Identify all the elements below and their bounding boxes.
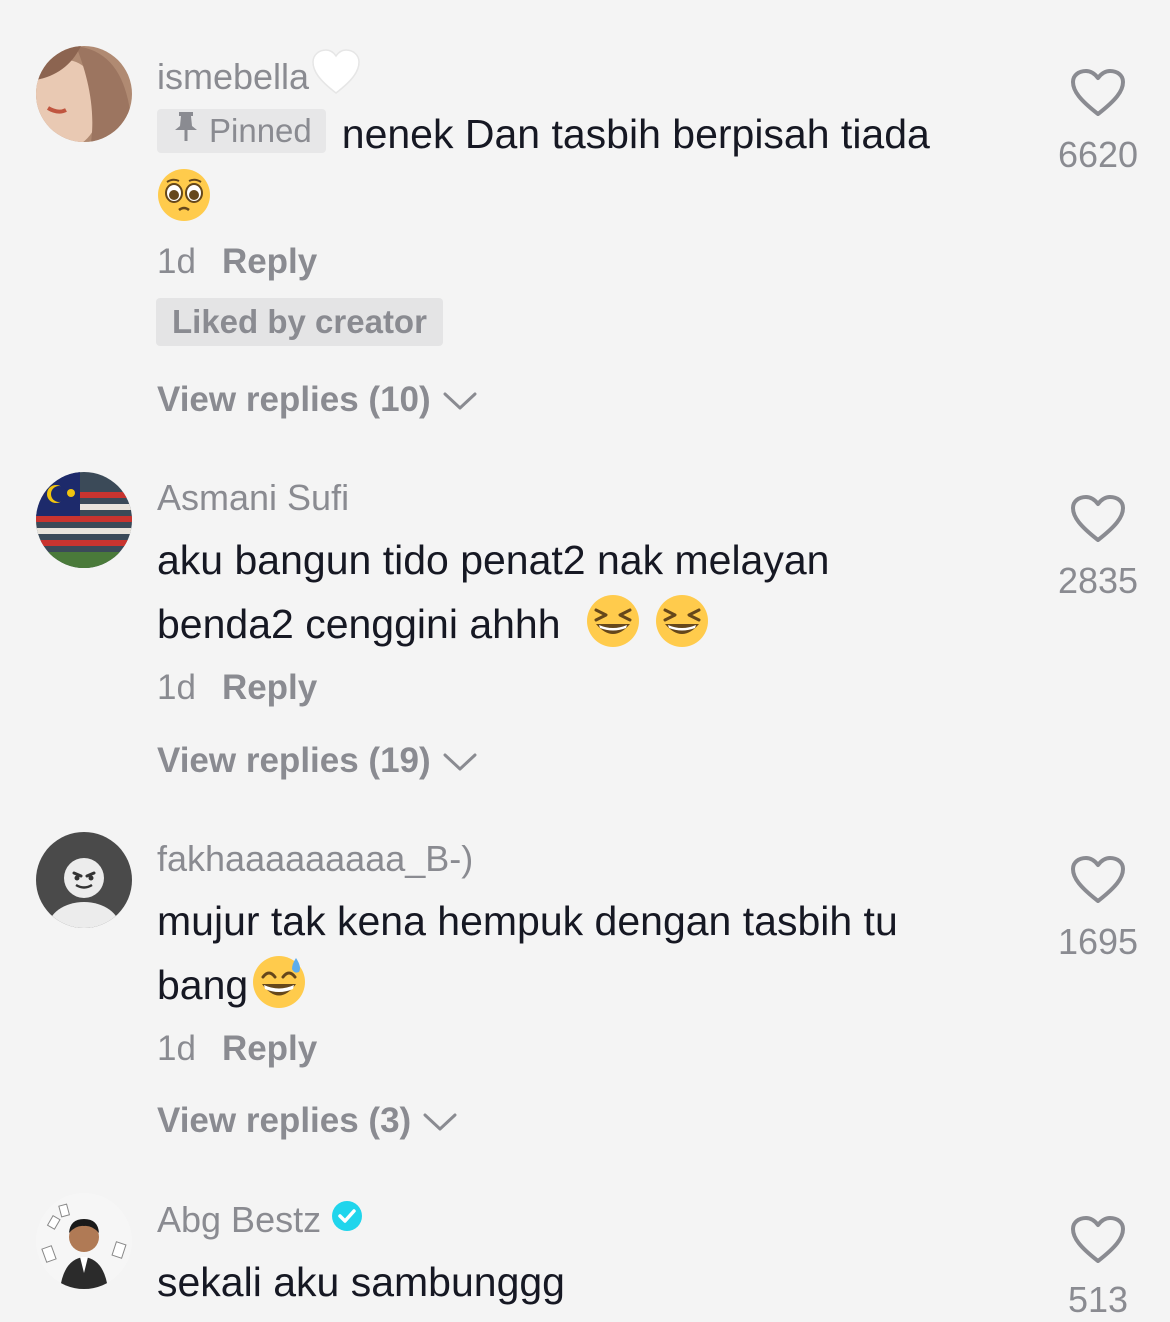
like-column: 1695 — [1040, 855, 1156, 964]
like-column: 6620 — [1040, 68, 1156, 177]
reply-button[interactable]: Reply — [222, 242, 317, 281]
chevron-down-icon — [443, 739, 477, 783]
view-replies-button[interactable]: View replies (10) — [157, 378, 477, 422]
comment-text-line: aku bangun tido penat2 nak melayan — [157, 537, 830, 583]
comment-meta: 1d Reply — [157, 1027, 317, 1071]
view-replies-label: View replies (19) — [157, 741, 431, 780]
comment-meta: 1d Reply — [157, 666, 317, 710]
pinned-label: Pinned — [209, 112, 312, 149]
username-text[interactable]: Abg Bestz — [157, 1198, 321, 1242]
liked-by-creator-badge: Liked by creator — [156, 298, 443, 346]
view-replies-label: View replies (10) — [157, 380, 431, 419]
comment-text: mujur tak kena hempuk dengan tasbih tu b… — [157, 889, 1017, 1017]
comment-text: Pinned nenek Dan tasbih berpisah tiada — [157, 102, 1017, 230]
pin-icon — [173, 99, 199, 163]
pleading-face-emoji-icon — [157, 168, 211, 222]
like-column: 513 — [1040, 1215, 1156, 1322]
view-replies-button[interactable]: View replies (19) — [157, 739, 477, 783]
grinning-squinting-face-emoji-icon — [655, 594, 709, 648]
comment-text-line: benda2 cenggini ahhh — [157, 601, 561, 647]
grinning-face-with-sweat-emoji-icon — [252, 955, 306, 1009]
username-text[interactable]: fakhaaaaaaaaa_B-) — [157, 837, 473, 881]
chevron-down-icon — [423, 1099, 457, 1143]
like-count: 1695 — [1057, 921, 1139, 962]
avatar[interactable] — [36, 1193, 132, 1289]
heart-icon[interactable] — [1040, 68, 1156, 123]
pinned-badge: Pinned — [157, 109, 326, 153]
grinning-squinting-face-emoji-icon — [586, 594, 640, 648]
like-count: 513 — [1067, 1279, 1129, 1320]
heart-icon[interactable] — [1040, 855, 1156, 910]
heart-icon[interactable] — [1040, 494, 1156, 549]
comment-text: sekali aku sambunggg — [157, 1250, 1017, 1314]
view-replies-label: View replies (3) — [157, 1101, 412, 1140]
comment-username[interactable]: fakhaaaaaaaaa_B-) — [157, 837, 473, 881]
comment-meta: 1d Reply — [157, 240, 317, 284]
avatar[interactable] — [36, 472, 132, 568]
comment-text-content: nenek Dan tasbih berpisah tiada — [341, 111, 930, 157]
comment-username[interactable]: Abg Bestz — [157, 1198, 363, 1242]
white-heart-emoji-icon — [311, 49, 361, 105]
reply-button[interactable]: Reply — [222, 1029, 317, 1068]
comment-time: 1d — [157, 1029, 196, 1068]
comment-text-line: bang — [157, 962, 249, 1008]
avatar[interactable] — [36, 832, 132, 928]
comment-username[interactable]: Asmani Sufi — [157, 476, 349, 520]
comment-text-content: sekali aku sambunggg — [157, 1259, 565, 1305]
like-count: 6620 — [1057, 134, 1139, 175]
heart-icon[interactable] — [1040, 1215, 1156, 1270]
like-column: 2835 — [1040, 494, 1156, 603]
comment-time: 1d — [157, 242, 196, 281]
comment-text: aku bangun tido penat2 nak melayan benda… — [157, 528, 1017, 656]
like-count: 2835 — [1057, 560, 1139, 601]
username-text[interactable]: ismebella — [157, 55, 309, 99]
reply-button[interactable]: Reply — [222, 668, 317, 707]
view-replies-button[interactable]: View replies (3) — [157, 1099, 457, 1143]
comment-text-line: mujur tak kena hempuk dengan tasbih tu — [157, 898, 898, 944]
chevron-down-icon — [443, 378, 477, 422]
username-text[interactable]: Asmani Sufi — [157, 476, 349, 520]
comment-username[interactable]: ismebella — [157, 49, 361, 105]
avatar[interactable] — [36, 46, 132, 142]
verified-badge-icon — [331, 1198, 363, 1242]
comment-time: 1d — [157, 668, 196, 707]
